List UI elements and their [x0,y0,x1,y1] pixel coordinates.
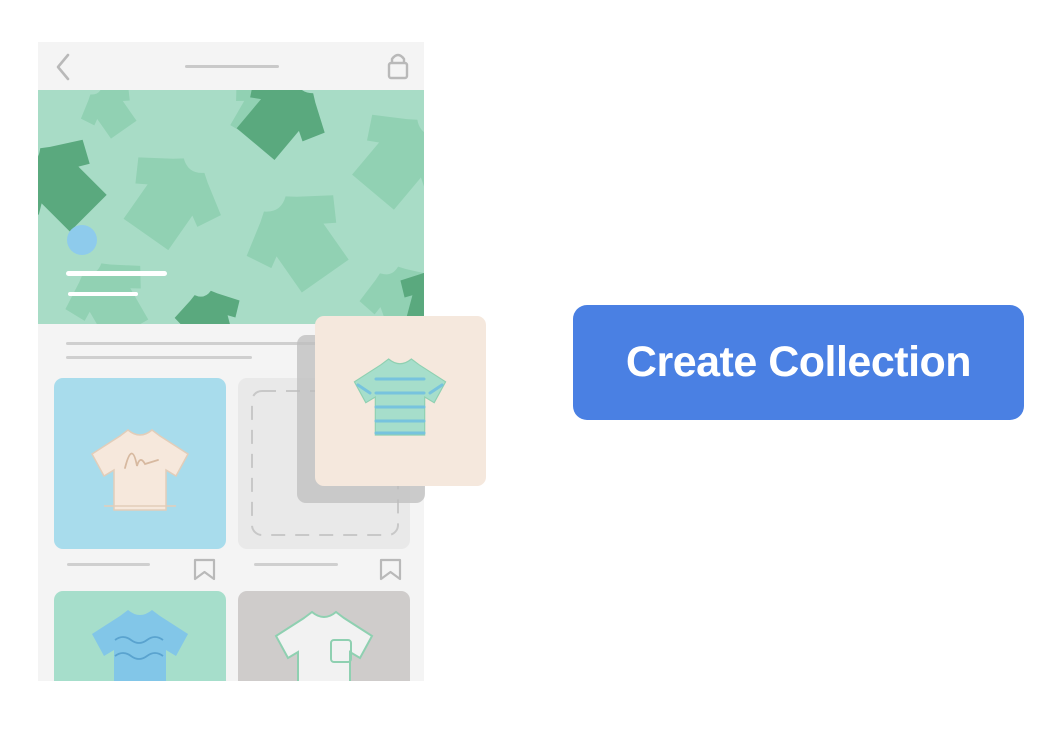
title-placeholder-bar [185,65,279,68]
product-card-4[interactable] [238,591,410,711]
card-1-caption [67,563,150,566]
description-line-2 [66,356,252,359]
collection-banner [38,90,424,324]
product-card-3[interactable] [54,591,226,711]
shop-avatar [67,225,97,255]
product-card-1[interactable] [54,378,226,549]
banner-subtitle-bar [68,292,138,296]
create-collection-button[interactable]: Create Collection [573,305,1024,420]
dragged-product-card[interactable] [297,316,486,503]
card-2-caption [254,563,338,566]
banner-title-bar [66,271,167,276]
description-line-1 [66,342,330,345]
